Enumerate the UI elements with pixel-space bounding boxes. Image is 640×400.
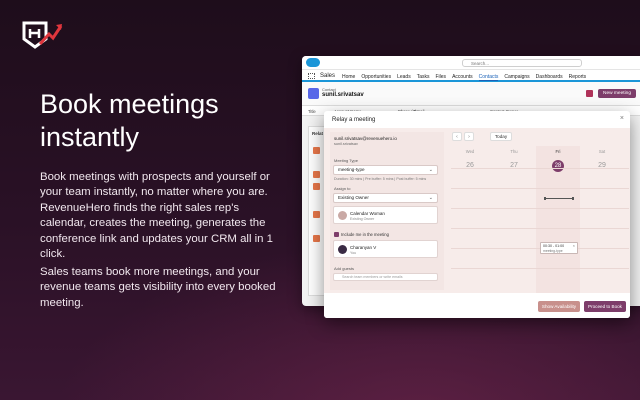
prospect-email: sunil.srivatsav@revenuehero.io <box>334 136 397 141</box>
related-item-icon[interactable] <box>313 171 320 178</box>
tab-contacts[interactable]: Contacts <box>478 74 499 81</box>
owner-role: Existing Owner <box>350 217 375 221</box>
assign-to-value: Existing Owner <box>338 195 369 200</box>
app-name: Sales <box>320 73 336 79</box>
add-guests-label: Add guests <box>334 266 355 271</box>
meeting-type-value: meeting-type <box>338 167 365 172</box>
meeting-type-select[interactable]: meeting-type ⌄ <box>333 165 438 175</box>
record-header: Contact sunil.srivatsav New meeting <box>302 82 640 106</box>
tab-leads[interactable]: Leads <box>397 74 411 81</box>
tab-dashboards[interactable]: Dashboards <box>536 74 563 81</box>
contact-icon <box>308 88 319 99</box>
related-label: Relat <box>312 131 324 136</box>
me-name: Charanyan V <box>350 245 377 250</box>
app-launcher-icon[interactable] <box>308 73 315 79</box>
proceed-to-book-button[interactable]: Proceed to Book <box>584 301 626 312</box>
chevron-down-icon: ⌄ <box>428 195 433 201</box>
tab-tasks[interactable]: Tasks <box>417 74 430 81</box>
prospect-username: sunil.srivatsav <box>334 142 358 146</box>
grid-line <box>451 168 629 169</box>
related-item-icon[interactable] <box>313 211 320 218</box>
salesforce-tabs: Home Opportunities Leads Tasks Files Accounts… <box>342 74 586 81</box>
today-button[interactable]: Today <box>490 132 512 141</box>
owner-card: Calendar Woman Existing Owner <box>333 206 438 224</box>
tab-opportunities[interactable]: Opportunities <box>361 74 391 81</box>
modal-footer: Show Availability Proceed to Book <box>324 293 630 318</box>
salesforce-nav: Sales Home Opportunities Leads Tasks Files Ac… <box>302 70 640 82</box>
column-header: Title <box>308 109 316 114</box>
modal-title: Relay a meeting <box>332 117 376 123</box>
slot-type: meeting-type <box>543 249 563 253</box>
tab-reports[interactable]: Reports <box>569 74 587 81</box>
prev-week-button[interactable]: ‹ <box>452 132 462 141</box>
meeting-form: sunil.srivatsav@revenuehero.io sunil.sri… <box>330 132 444 290</box>
assign-to-select[interactable]: Existing Owner ⌄ <box>333 193 438 203</box>
owner-name: Calendar Woman <box>350 211 385 216</box>
selected-time-slot[interactable]: 00:30 - 01:00 meeting-type × <box>540 242 578 254</box>
tab-accounts[interactable]: Accounts <box>452 74 473 81</box>
salesforce-cloud-icon <box>306 58 320 67</box>
related-item-icon[interactable] <box>313 235 320 242</box>
record-name: sunil.srivatsav <box>322 92 364 98</box>
tab-files[interactable]: Files <box>436 74 447 81</box>
tab-campaigns[interactable]: Campaigns <box>504 74 529 81</box>
relay-meeting-modal: Relay a meeting × sunil.srivatsav@revenu… <box>324 111 630 318</box>
salesforce-search-input[interactable]: Search... <box>462 59 582 67</box>
grid-line <box>451 268 629 269</box>
tab-home[interactable]: Home <box>342 74 355 81</box>
close-icon[interactable]: × <box>573 243 575 248</box>
visibility-paragraph: Sales teams book more meetings, and your… <box>40 266 276 309</box>
show-availability-button[interactable]: Show Availability <box>538 301 580 312</box>
chevron-down-icon: ⌄ <box>428 167 433 173</box>
calendar-panel: ‹ › Today Wed 26 Thu 27 Fri 28 Sat 29 00:30 - 0… <box>448 128 630 293</box>
modal-body: sunil.srivatsav@revenuehero.io sunil.sri… <box>324 128 630 293</box>
revenuehero-icon[interactable] <box>586 90 593 97</box>
day-date: 28 <box>552 160 564 172</box>
avatar <box>338 245 347 254</box>
time-range-indicator <box>544 197 574 200</box>
new-meeting-button[interactable]: New meeting <box>598 89 636 98</box>
revenuehero-logo <box>22 21 63 49</box>
me-card: Charanyan V You <box>333 240 438 258</box>
avatar <box>338 211 347 220</box>
grid-line <box>451 188 629 189</box>
duration-note: Duration: 30 mins | Pre buffer: 5 mins |… <box>334 177 427 181</box>
grid-line <box>451 228 629 229</box>
guest-search-input[interactable]: Search team members or write emails <box>333 273 438 281</box>
me-sub: You <box>350 251 357 255</box>
description-paragraph: Book meetings with prospects and yoursel… <box>40 171 274 261</box>
close-icon[interactable]: × <box>620 115 624 122</box>
related-item-icon[interactable] <box>313 183 320 190</box>
next-week-button[interactable]: › <box>464 132 474 141</box>
meeting-type-label: Meeting Type <box>334 158 358 163</box>
include-me-label: Include me in the meeting <box>341 232 389 237</box>
include-me-checkbox[interactable] <box>334 232 339 237</box>
related-item-icon[interactable] <box>313 147 320 154</box>
grid-line <box>451 208 629 209</box>
salesforce-topbar: Search... <box>302 56 640 70</box>
assign-to-label: Assign to <box>334 186 351 191</box>
headline: Book meetings instantly <box>40 89 219 152</box>
